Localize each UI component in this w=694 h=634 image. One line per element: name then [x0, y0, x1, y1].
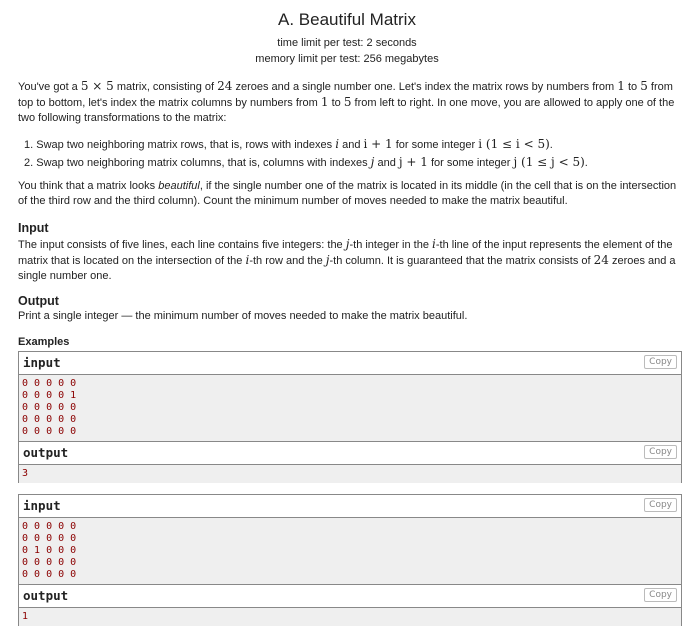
- text: -th column. It is guaranteed that the ma…: [329, 255, 594, 267]
- example-output-text: 3: [19, 465, 681, 483]
- example-output-header: output Copy: [19, 442, 681, 465]
- copy-button[interactable]: Copy: [644, 355, 677, 369]
- input-label: input: [23, 498, 61, 513]
- text: You think that a matrix looks: [18, 180, 159, 192]
- list-item: 2. Swap two neighboring matrix columns, …: [24, 154, 684, 172]
- problem-page: A. Beautiful Matrix time limit per test:…: [0, 0, 694, 634]
- examples-heading: Examples: [18, 336, 70, 348]
- text: The input consists of five lines, each l…: [18, 239, 346, 251]
- math: i (1 ≤ i < 5): [478, 137, 550, 151]
- text: -th integer in the: [349, 239, 433, 251]
- math: 1: [320, 95, 329, 109]
- example-2: input Copy 0 0 0 0 0 0 0 0 0 0 0 1 0 0 0…: [18, 494, 682, 626]
- math: j + 1: [398, 155, 428, 169]
- text: You've got a: [18, 81, 81, 93]
- text: to: [624, 81, 641, 93]
- math: 24: [217, 79, 233, 93]
- example-input-text: 0 0 0 0 0 0 0 0 0 0 0 1 0 0 0 0 0 0 0 0 …: [19, 518, 681, 585]
- text: matrix, consisting of: [113, 81, 218, 93]
- text: zeroes and a single number one. Let's in…: [232, 81, 618, 93]
- time-limit: time limit per test: 2 seconds: [277, 37, 417, 49]
- math: 5 × 5: [80, 79, 114, 93]
- statement-paragraph-2: You think that a matrix looks beautiful,…: [18, 179, 684, 209]
- problem-title: A. Beautiful Matrix: [278, 10, 416, 29]
- copy-button[interactable]: Copy: [644, 588, 677, 602]
- output-label: output: [23, 588, 69, 603]
- output-label: output: [23, 445, 69, 460]
- text: and: [339, 139, 364, 151]
- output-description: Print a single integer — the minimum num…: [18, 310, 468, 322]
- text: 1. Swap two neighboring matrix rows, tha…: [24, 139, 336, 151]
- math: 1: [617, 79, 625, 93]
- text: to: [328, 97, 344, 109]
- math: j (1 ≤ j < 5): [513, 155, 585, 169]
- text: for some integer: [392, 139, 479, 151]
- example-input-header: input Copy: [19, 352, 681, 375]
- math: i + 1: [363, 137, 393, 151]
- math: 5: [640, 79, 648, 93]
- text: .: [584, 157, 588, 169]
- input-description: The input consists of five lines, each l…: [18, 237, 684, 284]
- text: .: [549, 139, 553, 151]
- transformations-list: 1. Swap two neighboring matrix rows, tha…: [24, 136, 684, 172]
- memory-limit: memory limit per test: 256 megabytes: [255, 53, 439, 65]
- output-heading: Output: [18, 294, 59, 308]
- text: and: [374, 157, 399, 169]
- text: for some integer: [427, 157, 514, 169]
- list-item: 1. Swap two neighboring matrix rows, tha…: [24, 136, 684, 154]
- example-1: input Copy 0 0 0 0 0 0 0 0 0 1 0 0 0 0 0…: [18, 351, 682, 483]
- example-input-text: 0 0 0 0 0 0 0 0 0 1 0 0 0 0 0 0 0 0 0 0 …: [19, 375, 681, 442]
- example-output-header: output Copy: [19, 585, 681, 608]
- text: -th row and the: [249, 255, 326, 267]
- statement-paragraph-1: You've got a 5 × 5 matrix, consisting of…: [18, 79, 684, 126]
- math: 24: [593, 253, 609, 267]
- input-label: input: [23, 355, 61, 370]
- text: 2. Swap two neighboring matrix columns, …: [24, 157, 371, 169]
- copy-button[interactable]: Copy: [644, 498, 677, 512]
- example-input-header: input Copy: [19, 495, 681, 518]
- copy-button[interactable]: Copy: [644, 445, 677, 459]
- input-heading: Input: [18, 221, 49, 235]
- example-output-text: 1: [19, 608, 681, 626]
- emphasis: beautiful: [158, 180, 200, 192]
